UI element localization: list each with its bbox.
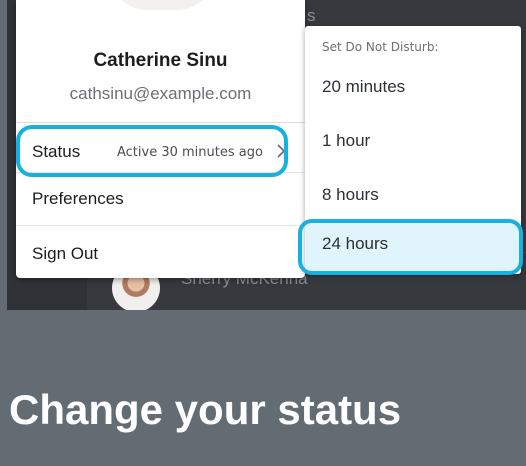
preferences-menu-item[interactable]: Preferences <box>16 172 305 226</box>
chevron-right-icon <box>277 144 286 158</box>
option-label: 24 hours <box>322 234 389 253</box>
dnd-option-24-hours[interactable]: 24 hours <box>305 222 521 271</box>
dnd-option-1-hour[interactable]: 1 hour <box>305 117 521 169</box>
status-menu-item[interactable]: Status Active 30 minutes ago <box>16 122 305 176</box>
status-label: Status <box>32 142 81 161</box>
do-not-disturb-submenu: Set Do Not Disturb: 20 minutes 1 hour 8 … <box>305 26 521 274</box>
account-menu: Catherine Sinu cathsinu@example.com Stat… <box>16 0 305 278</box>
avatar <box>108 0 216 10</box>
submenu-header: Set Do Not Disturb: <box>322 40 439 54</box>
sign-out-menu-item[interactable]: Sign Out <box>16 225 305 279</box>
user-email: cathsinu@example.com <box>69 84 252 103</box>
user-name: Catherine Sinu <box>93 50 228 71</box>
background-text: s <box>307 6 316 25</box>
option-label: 1 hour <box>322 131 371 150</box>
dnd-option-8-hours[interactable]: 8 hours <box>305 171 521 223</box>
preferences-label: Preferences <box>32 189 124 208</box>
option-label: 20 minutes <box>322 77 406 96</box>
caption-title: Change your status <box>9 386 402 433</box>
status-detail: Active 30 minutes ago <box>117 145 263 160</box>
option-label: 8 hours <box>322 185 379 204</box>
dnd-option-20-minutes[interactable]: 20 minutes <box>305 63 521 115</box>
submenu-caret <box>292 137 306 165</box>
sign-out-label: Sign Out <box>32 244 99 263</box>
